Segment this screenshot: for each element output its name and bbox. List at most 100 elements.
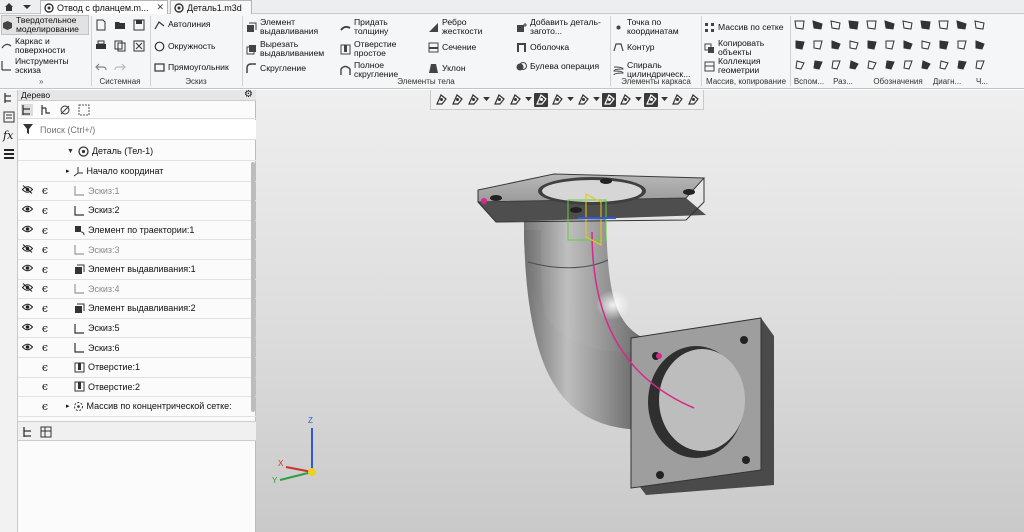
tree-filter-objects-icon[interactable] (59, 104, 71, 116)
grid-array-button[interactable]: Массив по сетке (704, 22, 784, 33)
tree-search-input[interactable] (40, 122, 252, 137)
roughness-icon[interactable] (830, 19, 842, 31)
contour-button[interactable]: Контур (613, 42, 655, 53)
eye-hidden-icon[interactable] (18, 283, 36, 294)
mode-sketch-tools[interactable]: Инструменты эскиза (1, 56, 89, 75)
constraint-icon[interactable] (938, 19, 950, 31)
save-icon[interactable] (133, 19, 145, 31)
rectangle-button[interactable]: Прямоугольник (154, 62, 229, 73)
measure-icon[interactable] (794, 59, 806, 71)
tree-row[interactable]: ϵ Отверстие:1 (18, 358, 256, 378)
epsilon-icon[interactable]: ϵ (36, 204, 54, 217)
shell-button[interactable]: Оболочка (516, 42, 569, 53)
rib-button[interactable]: Ребро жесткости (428, 18, 514, 36)
diag-icon[interactable] (848, 19, 860, 31)
expand-icon[interactable]: ▸ (66, 402, 70, 410)
boolean-button[interactable]: Булева операция (516, 61, 604, 72)
new-file-icon[interactable] (95, 19, 107, 31)
epsilon-icon[interactable]: ϵ (36, 224, 54, 237)
base-icon[interactable] (830, 39, 842, 51)
base-icon[interactable] (902, 39, 914, 51)
close-document-icon[interactable] (133, 40, 145, 52)
dimension-icon[interactable] (938, 39, 950, 51)
tab-document-2[interactable]: Деталь1.m3d (170, 0, 252, 14)
layers-icon[interactable] (3, 148, 15, 160)
check-icon[interactable] (974, 59, 986, 71)
epsilon-icon[interactable]: ϵ (36, 282, 54, 295)
draft-button[interactable]: Уклон (428, 63, 466, 74)
tree-history-icon[interactable] (40, 104, 52, 116)
measure-icon[interactable] (866, 59, 878, 71)
eye-icon[interactable] (18, 205, 36, 215)
tree-row[interactable]: ϵ Эскиз:5 (18, 319, 256, 339)
eye-icon[interactable] (18, 264, 36, 274)
error-icon[interactable] (848, 39, 860, 51)
tree-table-icon[interactable] (40, 426, 52, 438)
epsilon-icon[interactable]: ϵ (36, 380, 54, 393)
circle-button[interactable]: Окружность (154, 41, 216, 52)
check-icon[interactable] (830, 59, 842, 71)
tree-row[interactable]: ϵ Эскиз:4 (18, 280, 256, 300)
expand-icon[interactable]: ▸ (66, 167, 70, 175)
diag-icon[interactable] (920, 19, 932, 31)
error-icon[interactable] (920, 39, 932, 51)
label-icon[interactable] (956, 39, 968, 51)
bom-icon[interactable] (956, 19, 968, 31)
epsilon-icon[interactable]: ϵ (36, 361, 54, 374)
fillet-button[interactable]: Скругление (246, 63, 306, 74)
tree-row[interactable]: ϵ ▸ Массив по концентрической сетке: (18, 397, 256, 417)
point-by-coordinates-button[interactable]: Точка по координатам (613, 18, 699, 36)
measure-icon[interactable] (938, 59, 950, 71)
copy-objects-button[interactable]: Копировать объекты (704, 39, 788, 57)
simple-hole-button[interactable]: Отверстие простое (340, 40, 424, 58)
misc-icon[interactable] (848, 59, 860, 71)
tree-row[interactable]: ▸ Начало координат (18, 162, 256, 182)
epsilon-icon[interactable]: ϵ (36, 341, 54, 354)
print-icon[interactable] (95, 40, 107, 52)
tree-row[interactable]: ϵ Элемент выдавливания:1 (18, 260, 256, 280)
add-blank-button[interactable]: Добавить деталь-загото... (516, 18, 608, 36)
misc-icon[interactable] (920, 59, 932, 71)
epsilon-icon[interactable]: ϵ (36, 243, 54, 256)
bom-icon[interactable] (884, 19, 896, 31)
mode-surfaces[interactable]: Каркас и поверхности (1, 36, 89, 55)
roughness-icon[interactable] (974, 19, 986, 31)
expand-chevron-icon[interactable]: » (39, 77, 43, 86)
eye-hidden-icon[interactable] (18, 244, 36, 255)
constraint-icon[interactable] (794, 19, 806, 31)
redo-icon[interactable] (114, 61, 126, 73)
eye-icon[interactable] (18, 323, 36, 333)
tree-row[interactable]: ϵ Элемент выдавливания:2 (18, 299, 256, 319)
gear-icon[interactable]: ⚙ (244, 89, 253, 100)
cut-extrude-button[interactable]: Вырезать выдавливанием (246, 40, 334, 58)
copy-icon[interactable] (114, 40, 126, 52)
label-icon[interactable] (812, 39, 824, 51)
eye-hidden-icon[interactable] (18, 185, 36, 196)
eye-icon[interactable] (18, 343, 36, 353)
tree-structure-icon[interactable] (21, 104, 33, 116)
tree-root-row[interactable]: ▼ Деталь (Тел-1) (18, 142, 256, 161)
mode-solid-modeling[interactable]: Твердотельное моделирование (1, 15, 89, 35)
extrude-button[interactable]: Элемент выдавливания (246, 18, 334, 36)
geometry-collection-button[interactable]: Коллекция геометрии (704, 57, 788, 75)
constraint-icon[interactable] (866, 19, 878, 31)
tab-document-1[interactable]: Отвод с фланцем.m... ✕ (40, 0, 168, 14)
dimension-icon[interactable] (794, 39, 806, 51)
tree-panel-icon[interactable] (3, 92, 15, 104)
label-icon[interactable] (884, 39, 896, 51)
tree-row[interactable]: ϵ Эскиз:6 (18, 338, 256, 358)
tree-view-icon[interactable] (22, 426, 34, 438)
note-icon[interactable] (956, 59, 968, 71)
epsilon-icon[interactable]: ϵ (36, 322, 54, 335)
autoline-button[interactable]: Автолиния (154, 19, 211, 30)
home-button[interactable] (2, 1, 16, 13)
check-icon[interactable] (902, 59, 914, 71)
section-button[interactable]: Сечение (428, 42, 476, 53)
note-icon[interactable] (812, 59, 824, 71)
properties-icon[interactable] (3, 111, 15, 123)
epsilon-icon[interactable]: ϵ (36, 302, 54, 315)
roughness-icon[interactable] (902, 19, 914, 31)
epsilon-icon[interactable]: ϵ (36, 400, 54, 413)
eye-icon[interactable] (18, 225, 36, 235)
thicken-button[interactable]: Придать толщину (340, 18, 424, 36)
